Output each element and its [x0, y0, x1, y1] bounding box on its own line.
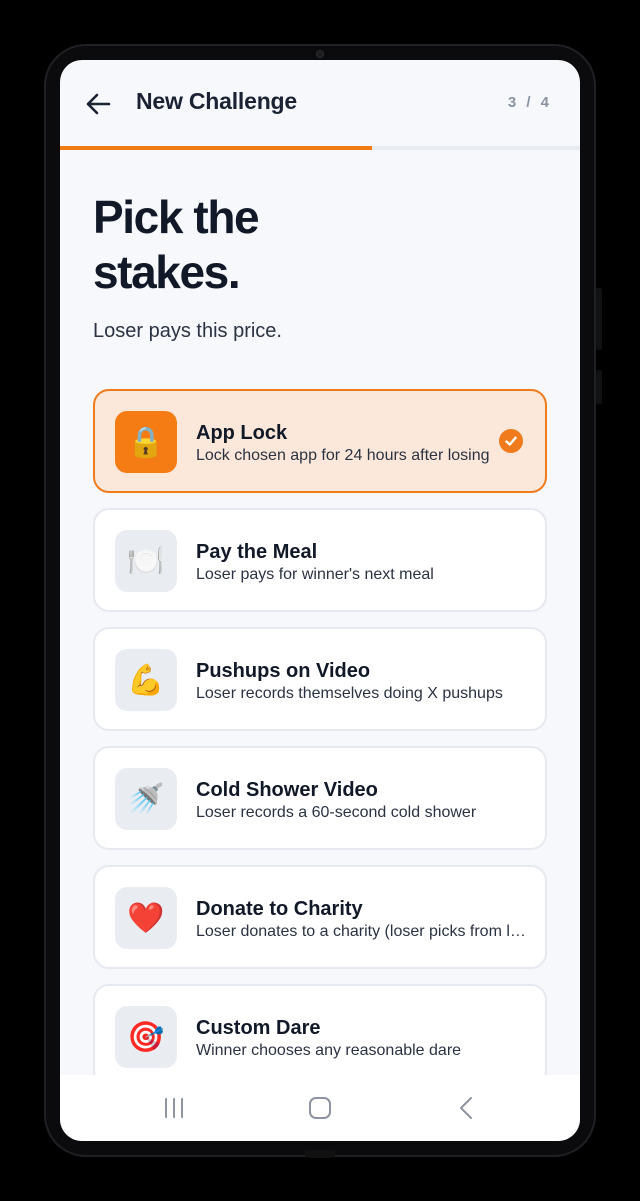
power-button: [596, 370, 602, 404]
check-circle-icon: [499, 429, 523, 453]
stake-option-title: Custom Dare: [196, 1017, 321, 1039]
system-back-button[interactable]: [426, 1075, 506, 1141]
progress-bar: [60, 146, 580, 150]
flexed-bicep-icon: 💪: [115, 649, 177, 711]
home-icon: [309, 1097, 331, 1119]
stake-option-description: Loser records a 60-second cold shower: [196, 804, 477, 821]
stake-option-title: Donate to Charity: [196, 898, 363, 920]
recent-apps-button[interactable]: [134, 1075, 214, 1141]
stake-option-title: Cold Shower Video: [196, 779, 378, 801]
page-title: New Challenge: [136, 88, 297, 114]
volume-button: [596, 288, 602, 350]
progress-bar-fill: [60, 146, 372, 150]
stake-option-title: App Lock: [196, 422, 288, 444]
main-heading-line-1: Pick the: [93, 191, 260, 243]
subtitle: Loser pays this price.: [93, 320, 282, 342]
stake-option-app-lock[interactable]: 🔒 App Lock Lock chosen app for 24 hours …: [93, 389, 547, 493]
home-button[interactable]: [280, 1075, 360, 1141]
plate-cutlery-icon: 🍽️: [115, 530, 177, 592]
arrow-left-icon: [86, 93, 111, 115]
phone-chin: [305, 1150, 335, 1158]
top-app-bar: New Challenge 3 / 4: [60, 60, 580, 148]
system-navigation-bar: [60, 1075, 580, 1141]
stake-option-pay-the-meal[interactable]: 🍽️ Pay the Meal Loser pays for winner's …: [93, 508, 547, 612]
main-heading-line-2: stakes.: [93, 246, 241, 298]
stake-option-description: Loser pays for winner's next meal: [196, 566, 434, 583]
back-icon: [460, 1097, 472, 1119]
stake-option-title: Pay the Meal: [196, 541, 318, 563]
stake-option-description: Loser donates to a charity (loser picks …: [196, 923, 528, 940]
stake-option-custom-dare[interactable]: 🎯 Custom Dare Winner chooses any reasona…: [93, 984, 547, 1088]
stake-option-title: Pushups on Video: [196, 660, 371, 682]
back-button[interactable]: [82, 86, 114, 122]
stake-option-pushups-on-video[interactable]: 💪 Pushups on Video Loser records themsel…: [93, 627, 547, 731]
stake-option-description: Lock chosen app for 24 hours after losin…: [196, 447, 490, 464]
step-indicator: 3 / 4: [507, 94, 552, 111]
target-icon: 🎯: [115, 1006, 177, 1068]
lock-icon: 🔒: [115, 411, 177, 473]
shower-icon: 🚿: [115, 768, 177, 830]
stake-option-description: Loser records themselves doing X pushups: [196, 685, 503, 702]
stake-option-cold-shower-video[interactable]: 🚿 Cold Shower Video Loser records a 60-s…: [93, 746, 547, 850]
stake-option-description: Winner chooses any reasonable dare: [196, 1042, 462, 1059]
app-screen: New Challenge 3 / 4 Pick the stakes. Los…: [60, 60, 580, 1141]
recent-apps-icon: [165, 1098, 183, 1118]
front-camera: [316, 50, 324, 58]
stake-option-donate-to-charity[interactable]: ❤️ Donate to Charity Loser donates to a …: [93, 865, 547, 969]
heart-icon: ❤️: [115, 887, 177, 949]
main-heading: Pick the stakes.: [93, 190, 393, 300]
